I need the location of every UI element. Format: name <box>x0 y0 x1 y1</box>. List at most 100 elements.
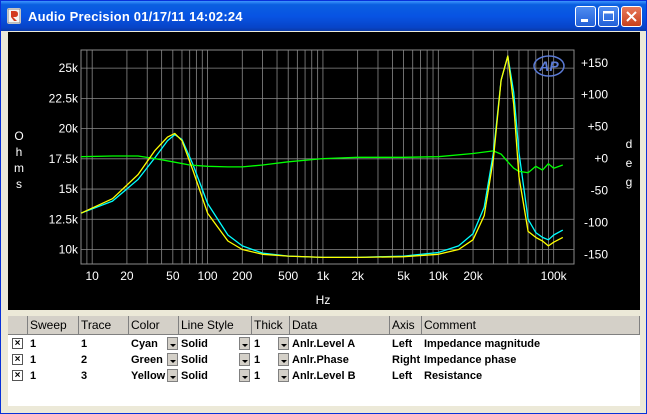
y-left-tick-label: 22.5k <box>49 91 79 105</box>
x-tick-label: 20 <box>120 269 134 283</box>
series-line-impedance-magnitude <box>80 55 564 259</box>
row-checkbox[interactable]: × <box>12 354 23 365</box>
column-header-trace[interactable]: Trace <box>79 316 129 335</box>
title-bar[interactable]: Audio Precision 01/17/11 14:02:24 <box>1 1 646 31</box>
column-header-data[interactable]: Data <box>290 316 390 335</box>
y-right-tick-label: +100 <box>581 88 608 102</box>
x-tick-label: 20k <box>463 269 483 283</box>
x-tick-label: 100 <box>198 269 218 283</box>
x-tick-label: 500 <box>278 269 298 283</box>
data-cell[interactable]: Anlr.Phase <box>290 352 390 368</box>
x-tick-label: 200 <box>232 269 252 283</box>
trace-table: Sweep Trace Color Line Style Thick Data … <box>8 316 640 406</box>
thick-cell[interactable]: 1 <box>252 352 278 368</box>
app-icon[interactable] <box>7 8 21 24</box>
ap-logo: AP <box>533 55 565 77</box>
impedance-chart: 10 20 50 100 200 500 1k 2k 5k 10k 20k 100k 10k 12.5k 1… <box>14 49 633 307</box>
column-header-line-style[interactable]: Line Style <box>179 316 252 335</box>
data-cell[interactable]: Anlr.Level A <box>290 336 390 352</box>
graph-panel: 10 20 50 100 200 500 1k 2k 5k 10k 20k 100k 10k 12.5k 1… <box>8 32 640 310</box>
thick-cell[interactable]: 1 <box>252 368 278 384</box>
data-cell[interactable]: Anlr.Level B <box>290 368 390 384</box>
y-right-tick-label: +0 <box>594 152 608 166</box>
column-header-color[interactable]: Color <box>129 316 179 335</box>
x-tick-label: 1k <box>317 269 331 283</box>
close-icon <box>626 11 637 22</box>
close-button[interactable] <box>621 6 642 27</box>
maximize-button[interactable] <box>598 6 619 27</box>
y-right-tick-label: -150 <box>584 247 608 261</box>
thick-dropdown[interactable] <box>278 353 289 366</box>
axis-cell[interactable]: Left <box>390 368 422 384</box>
line-style-cell[interactable]: Solid <box>179 336 239 352</box>
thick-dropdown[interactable] <box>278 337 289 350</box>
column-header-axis[interactable]: Axis <box>390 316 422 335</box>
y-right-tick-label: +150 <box>581 56 608 70</box>
x-tick-label: 10 <box>86 269 100 283</box>
x-tick-label: 2k <box>351 269 365 283</box>
trace-cell[interactable]: 2 <box>79 352 129 368</box>
thick-cell[interactable]: 1 <box>252 336 278 352</box>
comment-cell[interactable]: Impedance phase <box>422 352 640 368</box>
column-header-comment[interactable]: Comment <box>422 316 640 335</box>
axis-cell[interactable]: Right <box>390 352 422 368</box>
sweep-cell[interactable]: 1 <box>28 352 79 368</box>
y-left-axis-label: m <box>14 161 24 175</box>
y-right-axis-label: d <box>626 137 633 151</box>
app-window: Audio Precision 01/17/11 14:02:24 10 20 50… <box>0 0 647 414</box>
line-style-dropdown[interactable] <box>239 369 250 382</box>
color-cell[interactable]: Green <box>129 352 167 368</box>
column-header-sweep[interactable]: Sweep <box>28 316 79 335</box>
sweep-cell[interactable]: 1 <box>28 336 79 352</box>
y-left-axis-label: O <box>14 129 23 143</box>
axis-cell[interactable]: Left <box>390 336 422 352</box>
y-left-tick-label: 17.5k <box>49 152 79 166</box>
y-left-tick-label: 20k <box>59 122 79 136</box>
color-dropdown[interactable] <box>167 353 178 366</box>
y-right-tick-label: +50 <box>588 120 609 134</box>
line-style-cell[interactable]: Solid <box>179 368 239 384</box>
table-row[interactable]: × 1 1 Cyan Solid 1 Anlr.Level A Left Imp… <box>8 336 640 352</box>
minimize-icon <box>581 19 588 22</box>
y-right-axis-label: g <box>626 175 633 189</box>
y-left-tick-label: 15k <box>59 182 79 196</box>
color-cell[interactable]: Cyan <box>129 336 167 352</box>
sweep-cell[interactable]: 1 <box>28 368 79 384</box>
column-header-thick[interactable]: Thick <box>252 316 290 335</box>
row-checkbox[interactable]: × <box>12 370 23 381</box>
series-layer <box>80 55 564 259</box>
x-axis-label: Hz <box>316 293 331 307</box>
maximize-icon <box>603 11 614 21</box>
ap-logo-text: AP <box>538 58 559 74</box>
thick-dropdown[interactable] <box>278 369 289 382</box>
comment-cell[interactable]: Resistance <box>422 368 640 384</box>
trace-cell[interactable]: 1 <box>79 336 129 352</box>
line-style-cell[interactable]: Solid <box>179 352 239 368</box>
y-left-tick-label: 12.5k <box>49 212 79 226</box>
color-dropdown[interactable] <box>167 337 178 350</box>
y-left-tick-label: 10k <box>59 242 79 256</box>
y-left-axis-label: s <box>16 177 22 191</box>
window-title: Audio Precision 01/17/11 14:02:24 <box>28 9 243 24</box>
color-dropdown[interactable] <box>167 369 178 382</box>
x-tick-label: 100k <box>541 269 568 283</box>
y-right-tick-label: -100 <box>584 215 608 229</box>
x-tick-label: 10k <box>429 269 449 283</box>
comment-cell[interactable]: Impedance magnitude <box>422 336 640 352</box>
color-cell[interactable]: Yellow <box>129 368 167 384</box>
y-right-axis-label: e <box>626 156 633 170</box>
x-tick-label: 5k <box>397 269 411 283</box>
column-header-check[interactable] <box>8 316 28 335</box>
series-line-resistance <box>80 55 564 259</box>
y-left-axis-label: h <box>16 145 23 159</box>
y-left-tick-label: 25k <box>59 61 79 75</box>
trace-cell[interactable]: 3 <box>79 368 129 384</box>
row-checkbox[interactable]: × <box>12 338 23 349</box>
x-tick-label: 50 <box>166 269 180 283</box>
table-row[interactable]: × 1 3 Yellow Solid 1 Anlr.Level B Left R… <box>8 368 640 384</box>
line-style-dropdown[interactable] <box>239 337 250 350</box>
y-right-tick-label: -50 <box>591 184 609 198</box>
line-style-dropdown[interactable] <box>239 353 250 366</box>
minimize-button[interactable] <box>575 6 596 27</box>
table-row[interactable]: × 1 2 Green Solid 1 Anlr.Phase Right Imp… <box>8 352 640 368</box>
